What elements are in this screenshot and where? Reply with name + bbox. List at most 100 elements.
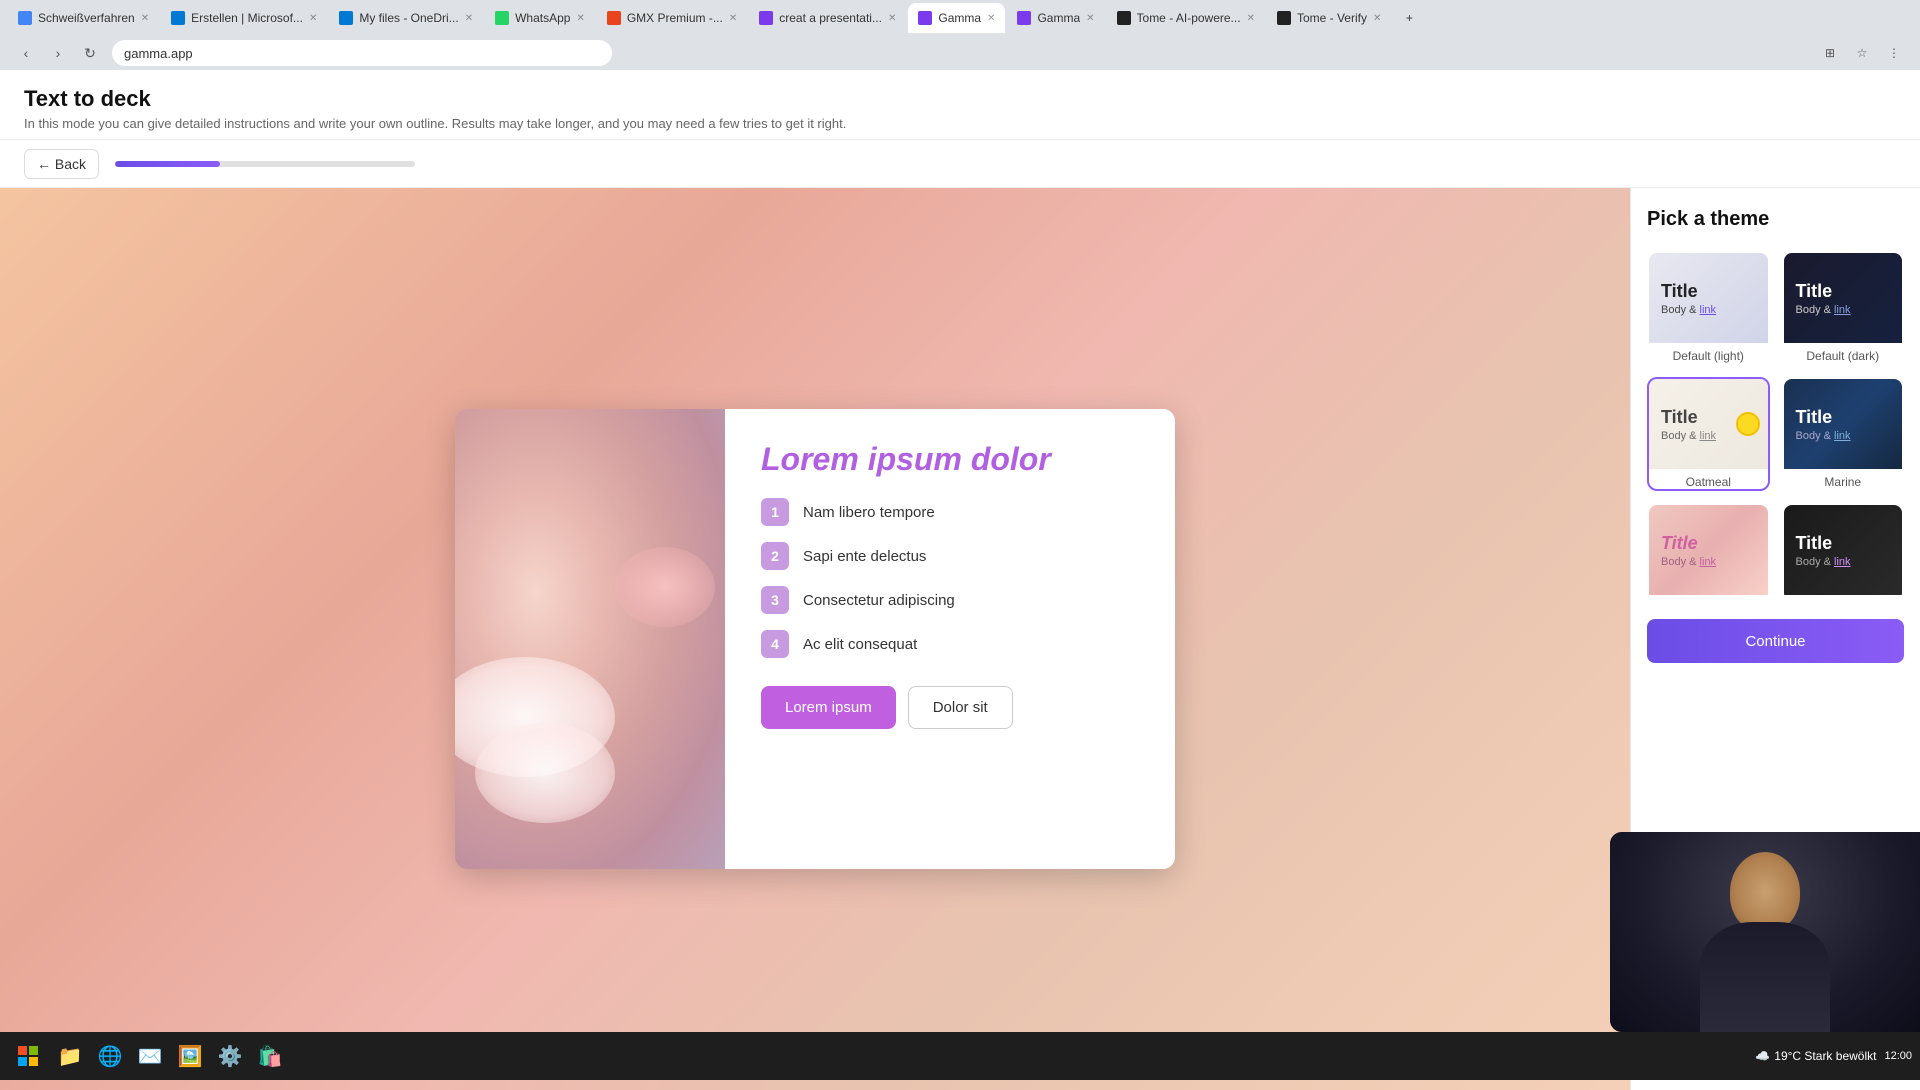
- tab-creat-presentation[interactable]: creat a presentati... ✕: [749, 3, 906, 33]
- tab-favicon: [607, 11, 621, 25]
- theme-grid: Title Body & link Default (light) Title …: [1647, 251, 1904, 603]
- start-button[interactable]: [8, 1036, 48, 1076]
- tab-erstellen[interactable]: Erstellen | Microsof... ✕: [161, 3, 327, 33]
- tab-onedrive[interactable]: My files - OneDri... ✕: [329, 3, 483, 33]
- theme-card-dark2[interactable]: Title Body & link: [1782, 503, 1905, 603]
- tab-close-icon[interactable]: ✕: [987, 13, 995, 24]
- tab-gmx[interactable]: GMX Premium -... ✕: [597, 3, 747, 33]
- tab-close-icon[interactable]: ✕: [141, 13, 149, 24]
- tab-gamma-active[interactable]: Gamma ✕: [908, 3, 1005, 33]
- tab-close-icon[interactable]: ✕: [1086, 13, 1094, 24]
- cloud-decoration-3: [615, 547, 715, 627]
- slide-number-2: 2: [761, 542, 789, 570]
- theme-body-oatmeal: Body & link: [1661, 430, 1756, 442]
- slide-preview: Lorem ipsum dolor 1 Nam libero tempore 2…: [455, 409, 1175, 869]
- tab-label: Gamma: [1037, 11, 1080, 25]
- progress-bar-fill: [115, 161, 220, 167]
- browser-chrome: Schweißverfahren ✕ Erstellen | Microsof.…: [0, 0, 1920, 70]
- tab-favicon: [1017, 11, 1031, 25]
- url-bar[interactable]: gamma.app: [112, 40, 612, 66]
- tab-close-icon[interactable]: ✕: [576, 13, 584, 24]
- theme-title-default-light: Title: [1661, 281, 1756, 302]
- tab-tome1[interactable]: Tome - AI-powere... ✕: [1107, 3, 1265, 33]
- theme-label-default-dark: Default (dark): [1784, 349, 1903, 363]
- continue-button[interactable]: Continue: [1647, 619, 1904, 663]
- weather-icon: ☁️: [1755, 1049, 1770, 1063]
- tab-whatsapp[interactable]: WhatsApp ✕: [485, 3, 595, 33]
- theme-card-default-dark[interactable]: Title Body & link Default (dark): [1782, 251, 1905, 365]
- tab-label: Schweißverfahren: [38, 11, 135, 25]
- theme-link-marine: link: [1834, 430, 1851, 442]
- theme-card-marine[interactable]: Title Body & link Marine: [1782, 377, 1905, 491]
- new-tab-button[interactable]: +: [1393, 3, 1425, 33]
- weather-text: 19°C Stark bewölkt: [1774, 1049, 1876, 1063]
- forward-nav-button[interactable]: ›: [44, 39, 72, 67]
- slide-primary-button[interactable]: Lorem ipsum: [761, 686, 896, 729]
- tab-close-icon[interactable]: ✕: [1373, 13, 1381, 24]
- slide-image: [455, 409, 725, 869]
- tab-close-icon[interactable]: ✕: [309, 13, 317, 24]
- extensions-button[interactable]: ⊞: [1816, 39, 1844, 67]
- address-bar: ‹ › ↻ gamma.app ⊞ ☆ ⋮: [0, 36, 1920, 70]
- theme-title-default-dark: Title: [1796, 281, 1891, 302]
- taskbar-icon-settings[interactable]: ⚙️: [212, 1038, 248, 1074]
- taskbar-time: 12:00: [1884, 1050, 1912, 1062]
- person-head: [1730, 852, 1800, 932]
- slide-number-1: 1: [761, 498, 789, 526]
- tab-label: WhatsApp: [515, 11, 570, 25]
- theme-title-oatmeal: Title: [1661, 407, 1756, 428]
- progress-area: ← Back: [0, 140, 1920, 188]
- tab-label: Erstellen | Microsof...: [191, 11, 303, 25]
- slide-item-text-4: Ac elit consequat: [803, 636, 917, 653]
- tab-favicon: [1277, 11, 1291, 25]
- theme-panel-title: Pick a theme: [1647, 208, 1904, 231]
- page-subtitle: In this mode you can give detailed instr…: [24, 116, 846, 131]
- settings-button[interactable]: ⋮: [1880, 39, 1908, 67]
- tab-close-icon[interactable]: ✕: [888, 13, 896, 24]
- slide-item-text-2: Sapi ente delectus: [803, 548, 926, 565]
- theme-link-pink: link: [1700, 556, 1717, 568]
- tab-label: Tome - Verify: [1297, 11, 1367, 25]
- reload-button[interactable]: ↻: [76, 39, 104, 67]
- tab-tome2[interactable]: Tome - Verify ✕: [1267, 3, 1391, 33]
- taskbar: 📁 🌐 ✉️ 🖼️ ⚙️ 🛍️ ☁️ 19°C Stark bewölkt 12…: [0, 1032, 1920, 1080]
- time-display: 12:00: [1884, 1050, 1912, 1062]
- taskbar-icon-mail[interactable]: ✉️: [132, 1038, 168, 1074]
- tab-label: creat a presentati...: [779, 11, 882, 25]
- tab-favicon: [1117, 11, 1131, 25]
- bookmark-button[interactable]: ☆: [1848, 39, 1876, 67]
- taskbar-icon-browser[interactable]: 🌐: [92, 1038, 128, 1074]
- tab-close-icon[interactable]: ✕: [465, 13, 473, 24]
- tab-favicon: [918, 11, 932, 25]
- app-header: Text to deck In this mode you can give d…: [0, 70, 1920, 140]
- theme-card-pink[interactable]: Title Body & link: [1647, 503, 1770, 603]
- theme-link-default-dark: link: [1834, 304, 1851, 316]
- back-button[interactable]: ← Back: [24, 149, 99, 179]
- tab-close-icon[interactable]: ✕: [729, 13, 737, 24]
- cloud-decoration-2: [475, 723, 615, 823]
- theme-card-oatmeal[interactable]: Title Body & link Oatmeal: [1647, 377, 1770, 491]
- taskbar-icon-store[interactable]: 🛍️: [252, 1038, 288, 1074]
- slide-content-panel: Lorem ipsum dolor 1 Nam libero tempore 2…: [725, 409, 1175, 869]
- theme-link-dark2: link: [1834, 556, 1851, 568]
- theme-title-marine: Title: [1796, 407, 1891, 428]
- slide-secondary-button[interactable]: Dolor sit: [908, 686, 1013, 729]
- slide-buttons: Lorem ipsum Dolor sit: [761, 686, 1139, 729]
- tab-close-icon[interactable]: ✕: [1247, 13, 1255, 24]
- back-nav-button[interactable]: ‹: [12, 39, 40, 67]
- theme-body-marine: Body & link: [1796, 430, 1891, 442]
- tab-bar: Schweißverfahren ✕ Erstellen | Microsof.…: [0, 0, 1920, 36]
- tab-schweissverfahren[interactable]: Schweißverfahren ✕: [8, 3, 159, 33]
- tab-gamma2[interactable]: Gamma ✕: [1007, 3, 1104, 33]
- browser-actions: ⊞ ☆ ⋮: [1816, 39, 1908, 67]
- slide-item-3: 3 Consectetur adipiscing: [761, 586, 1139, 614]
- theme-card-default-light[interactable]: Title Body & link Default (light): [1647, 251, 1770, 365]
- tab-label: Tome - AI-powere...: [1137, 11, 1241, 25]
- preview-area: Lorem ipsum dolor 1 Nam libero tempore 2…: [0, 188, 1630, 1090]
- tab-favicon: [18, 11, 32, 25]
- tab-favicon: [339, 11, 353, 25]
- taskbar-icon-photos[interactable]: 🖼️: [172, 1038, 208, 1074]
- tab-favicon: [759, 11, 773, 25]
- slide-number-4: 4: [761, 630, 789, 658]
- taskbar-icon-files[interactable]: 📁: [52, 1038, 88, 1074]
